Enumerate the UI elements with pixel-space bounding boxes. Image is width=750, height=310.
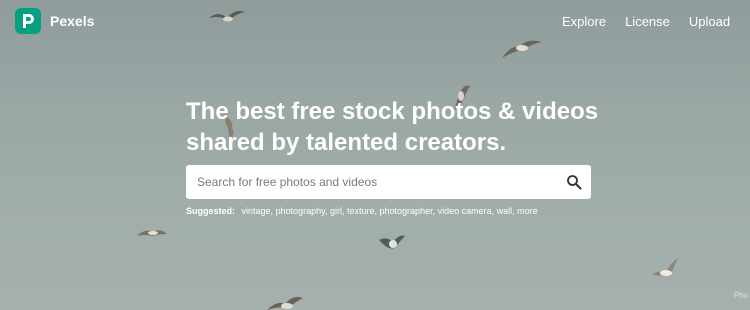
nav-links: Explore License Upload ••• — [562, 14, 750, 30]
top-navbar: Pexels Explore License Upload ••• — [0, 0, 750, 44]
hero-headline: The best free stock photos & videos shar… — [186, 98, 599, 156]
suggested-link-texture[interactable]: texture, — [347, 206, 377, 216]
suggested-link-more[interactable]: more — [517, 206, 538, 216]
seagull-image — [379, 235, 405, 249]
photo-credit-link[interactable]: Pho — [734, 291, 748, 300]
search-input[interactable] — [186, 165, 556, 199]
suggested-link-photographer[interactable]: photographer, — [380, 206, 436, 216]
suggested-link-girl[interactable]: girl, — [330, 206, 345, 216]
nav-link-license[interactable]: License — [625, 14, 670, 30]
seagull-image — [137, 230, 167, 236]
seagull-image — [267, 296, 303, 310]
search-icon[interactable] — [566, 174, 582, 190]
suggested-link-wall[interactable]: wall, — [497, 206, 515, 216]
suggested-link-photography[interactable]: photography, — [276, 206, 328, 216]
hero-section: Pexels Explore License Upload ••• The be… — [0, 0, 750, 310]
search-bar — [186, 165, 591, 199]
suggested-link-video-camera[interactable]: video camera, — [438, 206, 495, 216]
nav-link-upload[interactable]: Upload — [689, 14, 730, 30]
suggested-searches: Suggested: vintage, photography, girl, t… — [186, 206, 538, 216]
pexels-logo-link[interactable]: Pexels — [15, 8, 94, 34]
suggested-link-vintage[interactable]: vintage, — [242, 206, 274, 216]
nav-link-explore[interactable]: Explore — [562, 14, 606, 30]
seagull-image — [652, 258, 678, 276]
brand-name: Pexels — [50, 13, 95, 29]
suggested-label: Suggested: — [186, 206, 236, 216]
pexels-p-icon — [15, 8, 41, 34]
